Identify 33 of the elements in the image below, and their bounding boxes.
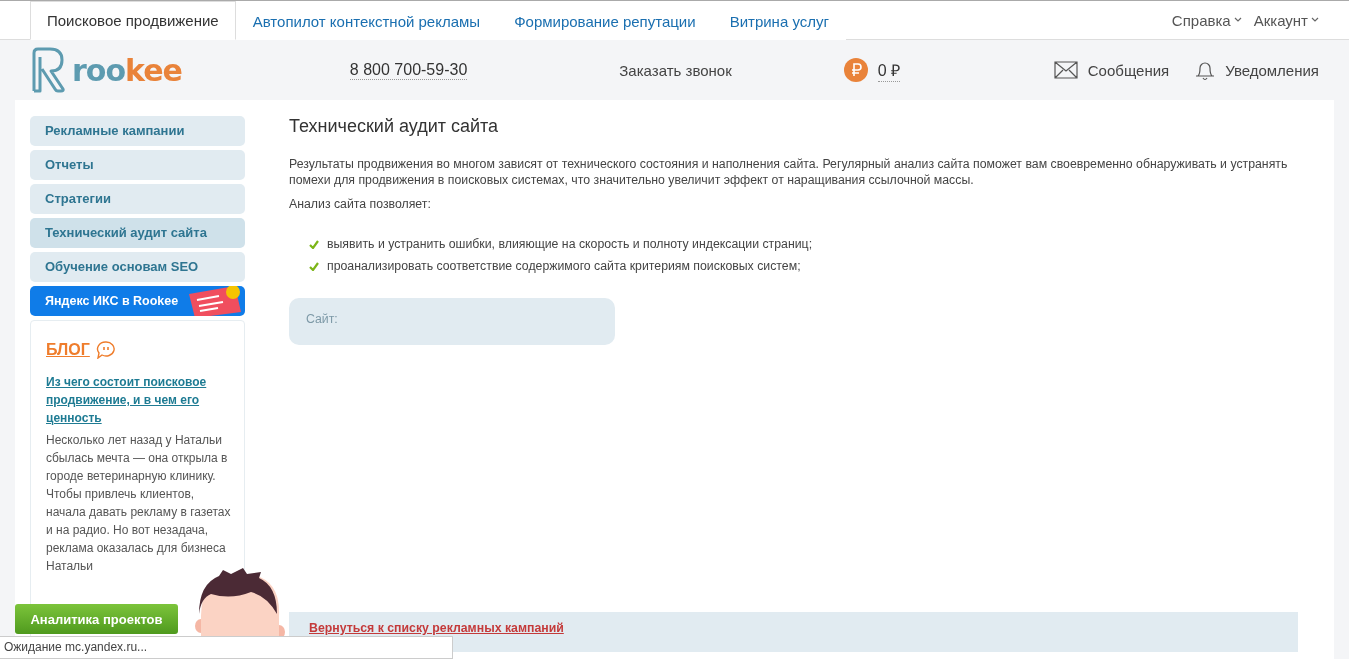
bullet-text: проанализировать соответствие содержимого сайта критериям поисковых систем;	[327, 258, 801, 274]
logo-text: rookee	[72, 52, 182, 88]
ruble-icon	[843, 58, 868, 82]
promo-banner[interactable]: Яндекс ИКС в Rookee	[30, 286, 245, 316]
article-link[interactable]: Из чего состоит поисковое продвижение, и в чем его ценность	[46, 373, 232, 427]
sidebar-item[interactable]: Стратегии	[30, 184, 245, 214]
phone-link[interactable]: 8 800 700-59-30	[349, 60, 468, 80]
checkmark-icon	[309, 239, 319, 249]
lead-text: Анализ сайта позволяет:	[289, 196, 432, 212]
callback-link[interactable]: Заказать звонок	[619, 61, 732, 79]
envelope-icon[interactable]	[1053, 61, 1078, 79]
sidebar-item[interactable]: Рекламные кампании	[30, 116, 245, 146]
balance-amount[interactable]: 0 ₽	[877, 58, 901, 82]
dropdown-menu[interactable]: Справка	[1171, 1, 1242, 39]
page-title: Технический аудит сайта	[289, 118, 500, 134]
sidebar-item[interactable]: Обучение основам SEO	[30, 252, 245, 282]
checkmark-icon	[309, 261, 319, 271]
notifications-link[interactable]: Уведомления	[1225, 61, 1319, 79]
sidebar-item[interactable]: Отчеты	[30, 150, 245, 180]
intro-paragraph: Результаты продвижения во многом зависят от технического состояния и наполнения сайта. Регулярный анализ сайта поможет вам своевременно обнаруживать и устранять помехи для продвижения в поисковых системах, что значительно увеличит эффект от наращивания ссылочной массы.	[289, 156, 1289, 188]
bullet-text: выявить и устранить ошибки, влияющие на скорость и полноту индексации страниц;	[327, 236, 813, 252]
sidebar-item[interactable]: Технический аудит сайта	[30, 218, 245, 248]
article-excerpt: Несколько лет назад у Натальи сбылась мечта — она открыла в городе ветеринарную клинику. Чтобы привлечь клиентов, начала давать рекламу в газетах и на радио. Но вот незадача, реклама оказалась для бизнеса Натальи	[46, 432, 232, 575]
quote-bubble-icon	[95, 341, 116, 359]
status-bar: Ожидание mc.yandex.ru...	[0, 636, 453, 659]
dropdown-menu[interactable]: Аккаунт	[1253, 1, 1319, 39]
bell-icon[interactable]	[1195, 59, 1216, 81]
analytics-button[interactable]: Аналитика проектов	[15, 604, 178, 634]
messages-link[interactable]: Сообщения	[1087, 61, 1170, 79]
logo-icon	[30, 47, 66, 93]
nav-tab[interactable]: Поисковое продвижение	[30, 1, 236, 40]
back-link[interactable]: Вернуться к списку рекламных кампаний	[309, 620, 564, 636]
site-label: Сайт:	[306, 311, 338, 327]
